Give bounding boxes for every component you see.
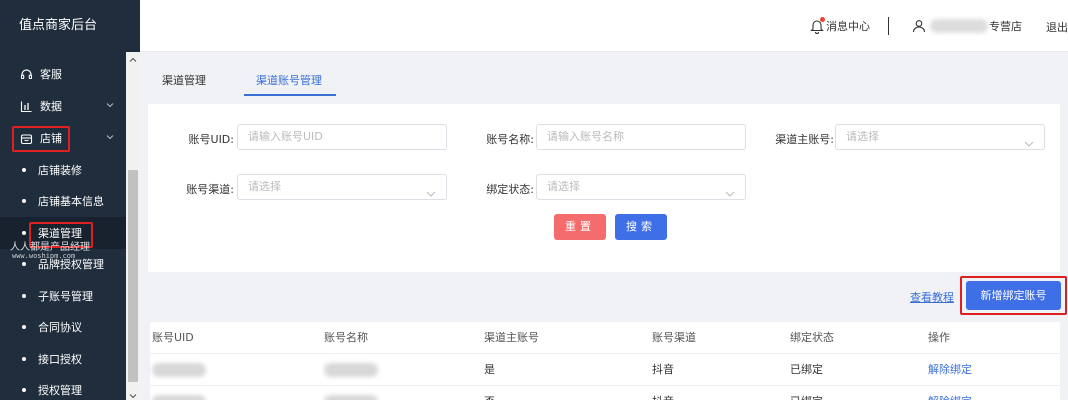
top-header: 消息中心 专营店 退出 xyxy=(140,0,1068,52)
chevron-down-icon xyxy=(104,99,116,111)
reset-button[interactable]: 重置 xyxy=(554,214,606,240)
sidebar-subitem-label: 店铺基本信息 xyxy=(38,195,104,209)
sidebar-item-label: 数据 xyxy=(40,100,62,113)
table-row: 否 抖音 已绑定 解除绑定 xyxy=(150,386,1060,400)
status-cell: 已绑定 xyxy=(790,363,823,376)
column-header: 账号UID xyxy=(152,331,194,344)
tab-channel-account-management[interactable]: 渠道账号管理 xyxy=(256,72,322,88)
channel-main-account-select[interactable]: 请选择 xyxy=(835,124,1045,150)
table-section: 查看教程 新增绑定账号 账号UID 账号名称 渠道主账号 账号渠道 绑定状态 操… xyxy=(148,272,1067,400)
scrollbar-thumb[interactable] xyxy=(128,170,138,382)
select-placeholder: 请选择 xyxy=(547,180,580,193)
sidebar-item-data[interactable]: 数据 xyxy=(0,90,126,122)
account-channel-select[interactable]: 请选择 xyxy=(237,174,447,200)
filter-panel: 账号UID: 请输入账号UID 账号名称: 请输入账号名称 渠道主账号: 请选择… xyxy=(148,104,1060,272)
status-cell: 已绑定 xyxy=(790,386,823,400)
bullet-dot xyxy=(22,199,26,204)
select-placeholder: 请选择 xyxy=(248,180,281,193)
tab-bar: 渠道管理 渠道账号管理 xyxy=(148,56,1060,98)
brand-title: 值点商家后台 xyxy=(19,18,98,33)
sidebar-item-label: 客服 xyxy=(40,68,62,81)
account-channel-label: 账号渠道: xyxy=(186,183,234,196)
main-account-cell: 否 xyxy=(484,386,495,400)
select-placeholder: 请选择 xyxy=(846,130,879,143)
bar-chart-icon xyxy=(19,99,33,113)
sidebar-subitem-sub-accounts[interactable]: 子账号管理 xyxy=(0,280,126,312)
account-uid-input[interactable]: 请输入账号UID xyxy=(237,124,447,150)
sidebar-subitem-label: 店铺装修 xyxy=(38,163,82,177)
sidebar-scrollbar[interactable] xyxy=(126,52,140,400)
account-name-input[interactable]: 请输入账号名称 xyxy=(536,124,746,150)
sidebar-subitem-label: 子账号管理 xyxy=(38,289,93,303)
chevron-down-icon xyxy=(104,131,116,143)
sidebar-item-customer-service[interactable]: 客服 xyxy=(0,58,126,90)
tab-channel-management[interactable]: 渠道管理 xyxy=(162,72,206,88)
redacted-uid xyxy=(152,363,206,377)
bullet-dot xyxy=(22,293,26,298)
chevron-down-icon xyxy=(725,183,735,197)
notification-dot xyxy=(820,17,825,22)
chevron-down-icon xyxy=(426,183,436,197)
view-tutorial-link[interactable]: 查看教程 xyxy=(910,289,954,305)
highlight-box-channel-management xyxy=(29,222,93,248)
sidebar-subitem-store-info[interactable]: 店铺基本信息 xyxy=(0,186,126,218)
column-header: 账号名称 xyxy=(324,331,368,344)
redacted-account-name xyxy=(324,363,378,377)
user-icon xyxy=(912,19,926,33)
sidebar-subitem-api-authorization[interactable]: 接口授权 xyxy=(0,343,126,375)
column-header: 操作 xyxy=(928,331,950,344)
bell-icon xyxy=(810,17,825,34)
column-header: 绑定状态 xyxy=(790,331,834,344)
channel-cell: 抖音 xyxy=(652,363,674,376)
search-button[interactable]: 搜索 xyxy=(615,214,667,240)
bullet-dot xyxy=(22,262,26,267)
sidebar-subitem-authorization-management[interactable]: 授权管理 xyxy=(0,375,126,400)
store-suffix: 专营店 xyxy=(989,20,1022,33)
sidebar-subitem-label: 授权管理 xyxy=(38,384,82,398)
sidebar-subitem-label: 品牌授权管理 xyxy=(38,258,104,272)
bullet-dot xyxy=(22,356,26,361)
highlight-box-add-button xyxy=(960,276,1067,315)
unbind-link[interactable]: 解除绑定 xyxy=(928,354,972,386)
bullet-dot xyxy=(22,325,26,330)
sidebar-subitem-brand-authorization[interactable]: 品牌授权管理 xyxy=(0,249,126,281)
scroll-down-arrow-icon[interactable] xyxy=(129,390,137,399)
channel-main-account-label: 渠道主账号: xyxy=(775,133,834,146)
bullet-dot xyxy=(22,388,26,393)
channel-cell: 抖音 xyxy=(652,386,674,400)
sidebar-subitem-label: 合同协议 xyxy=(38,321,82,335)
bullet-dot xyxy=(22,167,26,172)
column-header: 账号渠道 xyxy=(652,331,696,344)
scroll-up-arrow-icon[interactable] xyxy=(129,54,137,62)
header-divider xyxy=(888,17,889,35)
headset-icon xyxy=(19,67,33,81)
sidebar: 值点商家后台 客服 数据 店铺 店铺装修 店铺基本信息 渠道管理 品牌授权管理 … xyxy=(0,0,140,400)
unbind-link[interactable]: 解除绑定 xyxy=(928,386,972,400)
redacted-store-name xyxy=(930,19,988,33)
account-name-label: 账号名称: xyxy=(486,133,534,146)
redacted-uid xyxy=(152,395,206,400)
main-content: 渠道管理 渠道账号管理 账号UID: 请输入账号UID 账号名称: 请输入账号名… xyxy=(148,52,1067,400)
message-center-button[interactable]: 消息中心 xyxy=(810,17,870,34)
sidebar-subitem-label: 接口授权 xyxy=(38,352,82,366)
bind-status-select[interactable]: 请选择 xyxy=(536,174,746,200)
highlight-box-store xyxy=(12,126,70,152)
user-menu[interactable]: 专营店 xyxy=(912,18,1022,34)
sidebar-subitem-contracts[interactable]: 合同协议 xyxy=(0,312,126,344)
main-account-cell: 是 xyxy=(484,363,495,376)
bind-status-label: 绑定状态: xyxy=(486,183,534,196)
message-center-label: 消息中心 xyxy=(826,20,870,33)
chevron-down-icon xyxy=(1024,133,1034,147)
accounts-table: 账号UID 账号名称 渠道主账号 账号渠道 绑定状态 操作 是 抖音 已绑定 解… xyxy=(150,322,1060,400)
logout-button[interactable]: 退出 xyxy=(1046,19,1068,35)
column-header: 渠道主账号 xyxy=(484,331,539,344)
account-uid-label: 账号UID: xyxy=(188,133,234,146)
bullet-dot xyxy=(22,230,26,235)
active-tab-indicator xyxy=(244,94,336,96)
sidebar-subitem-store-decoration[interactable]: 店铺装修 xyxy=(0,154,126,186)
table-header: 账号UID 账号名称 渠道主账号 账号渠道 绑定状态 操作 xyxy=(150,322,1060,354)
redacted-account-name xyxy=(324,395,378,400)
table-row: 是 抖音 已绑定 解除绑定 xyxy=(150,354,1060,386)
